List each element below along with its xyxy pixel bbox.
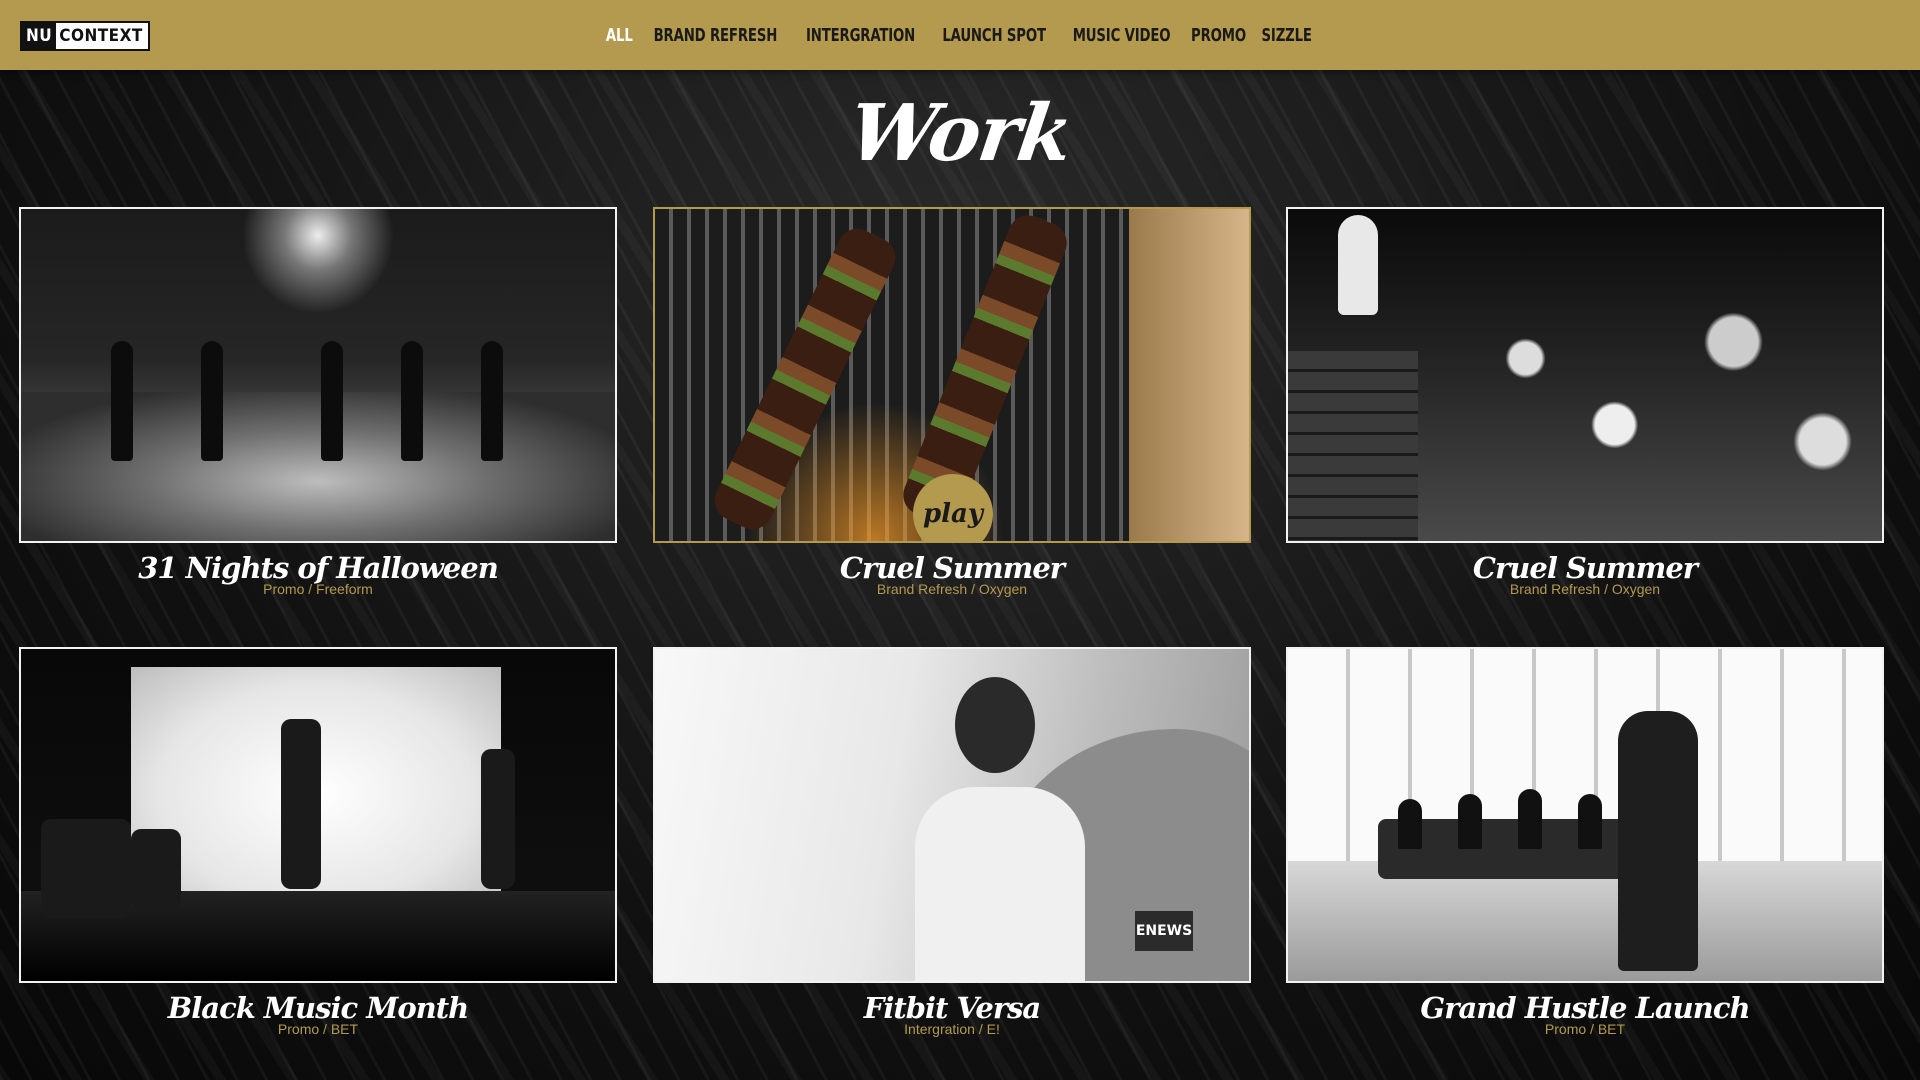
filter-music-video[interactable]: MUSIC VIDEO [1072, 25, 1170, 46]
project-thumbnail[interactable] [1286, 207, 1884, 543]
filter-promo[interactable]: PROMO [1191, 25, 1246, 46]
enews-logo: ENEWS [1135, 911, 1193, 951]
site-header: NU CONTEXT ALL BRAND REFRESH INTERGRATIO… [0, 0, 1920, 70]
project-card[interactable]: ENEWS Fitbit Versa Intergration / E! [653, 647, 1251, 1037]
project-meta: Intergration / E! [904, 1021, 1000, 1037]
filter-intergration[interactable]: INTERGRATION [806, 25, 915, 46]
page-title: Work [843, 88, 1077, 179]
project-meta: Promo / BET [277, 1021, 359, 1037]
project-meta: Promo / Freeform [263, 581, 373, 597]
project-meta: Brand Refresh / Oxygen [1509, 581, 1661, 597]
project-title[interactable]: Cruel Summer [653, 551, 1251, 585]
project-thumbnail[interactable] [19, 647, 617, 983]
halloween-scene-image [21, 209, 615, 541]
project-card[interactable]: Grand Hustle Launch Promo / BET [1286, 647, 1884, 1037]
project-title[interactable]: Fitbit Versa [653, 991, 1251, 1025]
project-thumbnail[interactable]: play [653, 207, 1251, 543]
project-card[interactable]: 31 Nights of Halloween Promo / Freeform [19, 207, 617, 597]
project-meta: Promo / BET [1544, 1021, 1626, 1037]
category-filter-nav: ALL BRAND REFRESH INTERGRATION LAUNCH SP… [0, 0, 1920, 70]
filter-brand-refresh[interactable]: BRAND REFRESH [653, 25, 777, 46]
project-title[interactable]: Grand Hustle Launch [1286, 991, 1884, 1025]
filter-launch-spot[interactable]: LAUNCH SPOT [943, 25, 1047, 46]
project-thumbnail[interactable] [1286, 647, 1884, 983]
project-meta: Brand Refresh / Oxygen [876, 581, 1028, 597]
project-title[interactable]: Black Music Month [19, 991, 617, 1025]
fitbit-scene-image: ENEWS [655, 649, 1249, 981]
project-thumbnail[interactable]: ENEWS [653, 647, 1251, 983]
garden-scene-image [1288, 209, 1882, 541]
filter-sizzle[interactable]: SIZZLE [1261, 25, 1311, 46]
project-card[interactable]: Black Music Month Promo / BET [19, 647, 617, 1037]
boardroom-scene-image [1288, 649, 1882, 981]
music-month-scene-image [21, 649, 615, 981]
project-card[interactable]: Cruel Summer Brand Refresh / Oxygen [1286, 207, 1884, 597]
project-title[interactable]: 31 Nights of Halloween [19, 551, 617, 585]
project-title[interactable]: Cruel Summer [1286, 551, 1884, 585]
filter-all[interactable]: ALL [606, 25, 633, 46]
project-card[interactable]: play Cruel Summer Brand Refresh / Oxygen [653, 207, 1251, 597]
project-thumbnail[interactable] [19, 207, 617, 543]
